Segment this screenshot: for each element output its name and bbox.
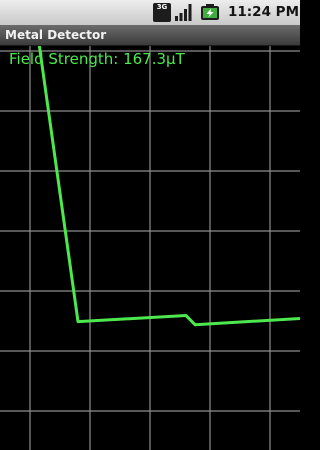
field-chart: [0, 46, 300, 450]
signal-icon: [175, 4, 192, 21]
app-title: Metal Detector: [5, 28, 107, 42]
title-bar: Metal Detector: [0, 25, 300, 46]
field-strength-readout: Field Strength: 167.3μT: [9, 50, 185, 68]
status-time: 11:24 PM: [228, 4, 300, 20]
network-3g-icon: 3G: [153, 3, 171, 22]
status-bar: 3G 11:24 PM: [0, 0, 300, 26]
network-type-label: 3G: [156, 3, 168, 11]
magnetometer-graph: Field Strength: 167.3μT: [0, 46, 300, 450]
field-trace-line: [37, 46, 300, 327]
battery-charging-icon: [201, 4, 219, 20]
